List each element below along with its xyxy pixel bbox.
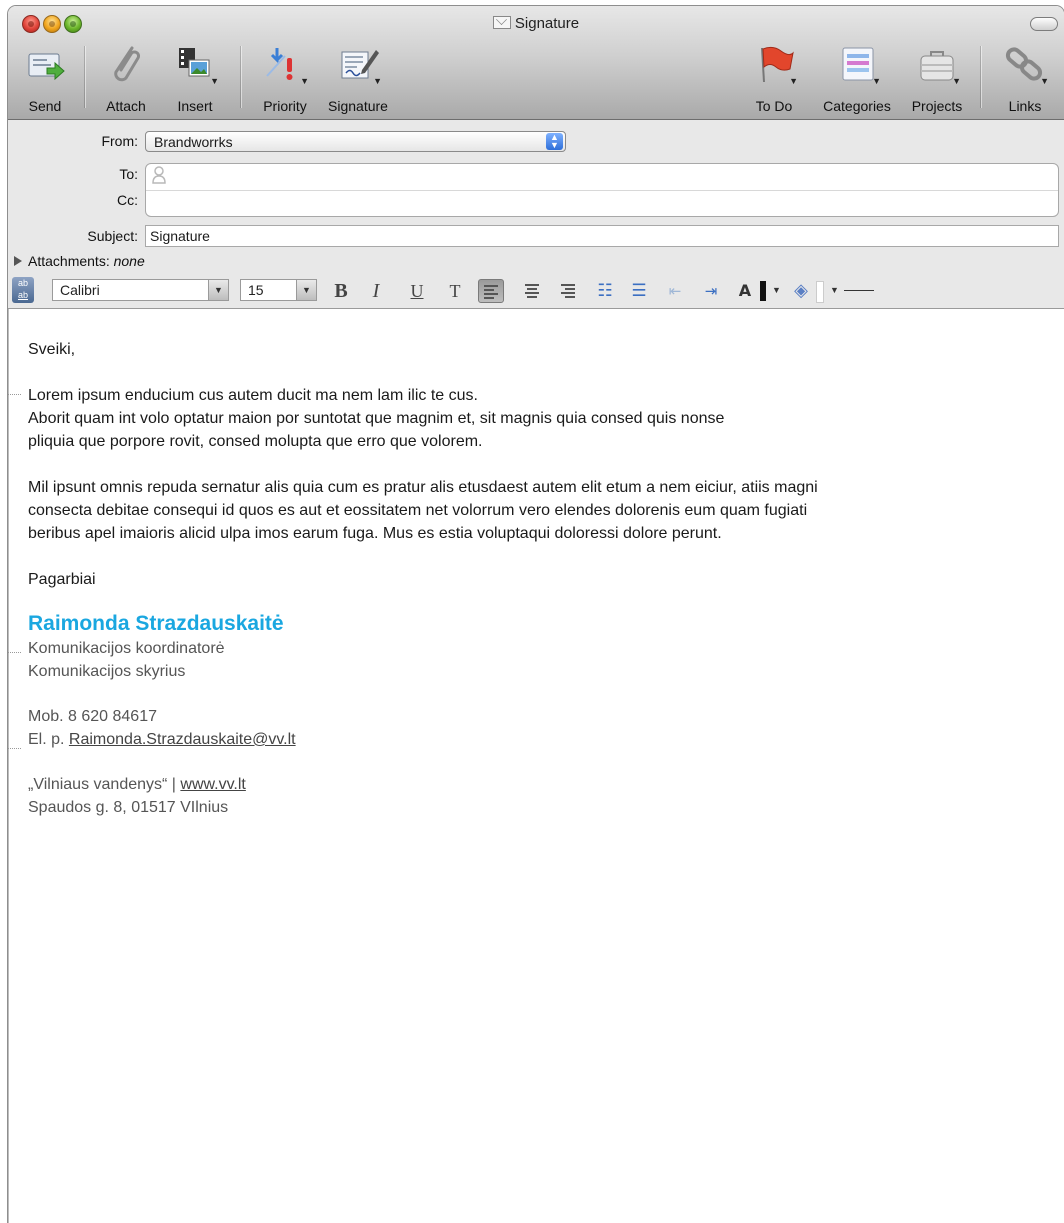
margin-guide [8,748,21,749]
website-link[interactable]: www.vv.lt [180,776,245,793]
paperclip-icon [104,42,148,86]
horizontal-rule-icon[interactable] [844,290,874,291]
spellcheck-icon[interactable]: ab ab [12,277,34,303]
subject-input[interactable]: Signature [145,225,1059,247]
align-left-button[interactable] [478,279,504,303]
chevron-down-icon[interactable]: ▼ [830,285,839,295]
contact-icon [152,166,166,184]
links-button[interactable]: ▼ Links [992,42,1058,114]
paragraph-2-line-3: beribus apel imaioris alicid ulpa imos e… [28,525,722,542]
bulleted-list-icon[interactable]: ☰ [626,279,652,303]
align-center-icon [525,284,539,300]
from-label: From: [101,133,138,149]
media-icon: ▼ [173,42,219,86]
subject-label: Subject: [87,228,138,244]
send-button[interactable]: Send [14,42,76,114]
paragraph-2-line-1: Mil ipsunt omnis repuda sernatur alis qu… [28,479,818,496]
highlight-bucket-icon[interactable]: ◈ [788,279,814,303]
highlight-color-swatch[interactable] [816,281,824,303]
signature-icon: ▼ [336,42,382,86]
signature-department: Komunikacijos skyrius [28,663,186,680]
font-family-select[interactable]: Calibri ▼ [52,279,229,301]
projects-button[interactable]: ▼ Projects [904,42,970,114]
decrease-indent-icon[interactable]: ⇤ [662,279,688,303]
briefcase-icon: ▼ [915,42,961,86]
align-right-icon [561,284,575,300]
closing: Pagarbiai [28,571,96,588]
format-bar: ab ab Calibri ▼ 15 ▼ B I U T ☷ ☰ ⇤ ⇥ A ▼… [8,275,1064,305]
toolbar-area: Signature Send Attach ▼ Insert ▼ Priorit… [8,6,1064,120]
attachments-toggle[interactable]: Attachments: none [14,253,145,269]
categories-icon: ▼ [835,42,881,86]
compose-window: Signature Send Attach ▼ Insert ▼ Priorit… [8,6,1064,1223]
align-right-button[interactable] [556,279,582,303]
send-icon [23,42,67,86]
categories-button[interactable]: ▼ Categories [814,42,900,114]
numbered-list-icon[interactable]: ☷ [592,279,618,303]
signature-mobile: Mob. 8 620 84617 [28,708,157,725]
message-text: Sveiki, Lorem ipsum enducium cus autem d… [28,338,818,819]
email-link[interactable]: Raimonda.Strazdauskaite@vv.lt [69,731,296,748]
insert-button[interactable]: ▼ Insert [164,42,226,114]
paragraph-1-line-2: Aborit quam int volo optatur maion por s… [28,410,725,427]
align-center-button[interactable] [520,279,546,303]
bold-button[interactable]: B [328,279,354,303]
toolbar-toggle-button[interactable] [1030,17,1058,31]
from-account-select[interactable]: Brandworrks ▲ ▼ [145,131,566,152]
signature-name: Raimonda Strazdauskaitė [28,612,284,635]
chevron-down-icon: ▼ [296,280,316,300]
margin-guide [8,394,21,395]
recipients-field[interactable] [145,163,1059,217]
signature-email-line: El. p. Raimonda.Strazdauskaite@vv.lt [28,731,296,748]
font-size-select[interactable]: 15 ▼ [240,279,317,301]
italic-button[interactable]: I [363,279,389,303]
chevron-down-icon: ▼ [208,280,228,300]
align-left-icon [484,285,498,301]
window-title: Signature [8,15,1064,32]
chain-link-icon: ▼ [1003,42,1049,86]
margin-guide [8,652,21,653]
paragraph-1-line-1: Lorem ipsum enducium cus autem ducit ma … [28,387,478,404]
to-label: To: [119,166,138,182]
signature-title: Komunikacijos koordinatorė [28,640,225,657]
paragraph-1-line-3: pliquia que porpore rovit, consed molupt… [28,433,483,450]
text-color-icon[interactable]: A [732,279,758,303]
underline-button[interactable]: U [404,279,430,303]
signature-button[interactable]: ▼ Signature [320,42,396,114]
greeting: Sveiki, [28,341,76,358]
chevron-down-icon[interactable]: ▼ [772,285,781,295]
attach-button[interactable]: Attach [94,42,158,114]
text-color-swatch[interactable] [760,281,766,301]
increase-indent-icon[interactable]: ⇥ [698,279,724,303]
signature-address: Spaudos g. 8, 01517 VIlnius [28,799,229,816]
message-body-editor[interactable]: Sveiki, Lorem ipsum enducium cus autem d… [8,309,1064,1223]
select-stepper-icon: ▲ ▼ [546,133,563,150]
flag-icon: ▼ [752,42,798,86]
text-style-button[interactable]: T [442,279,468,303]
todo-button[interactable]: ▼ To Do [746,42,802,114]
cc-label: Cc: [117,192,138,208]
priority-button[interactable]: ▼ Priority [252,42,318,114]
envelope-icon [492,16,511,29]
paragraph-2-line-2: consecta debitae consequi id quos es aut… [28,502,808,519]
message-header-form: From: Brandworrks ▲ ▼ To: Cc: Subject: Si… [8,120,1064,309]
priority-icon: ▼ [263,42,309,86]
signature-company-line: „Vilniaus vandenys“ | www.vv.lt [28,776,246,793]
disclosure-triangle-icon [14,256,22,266]
